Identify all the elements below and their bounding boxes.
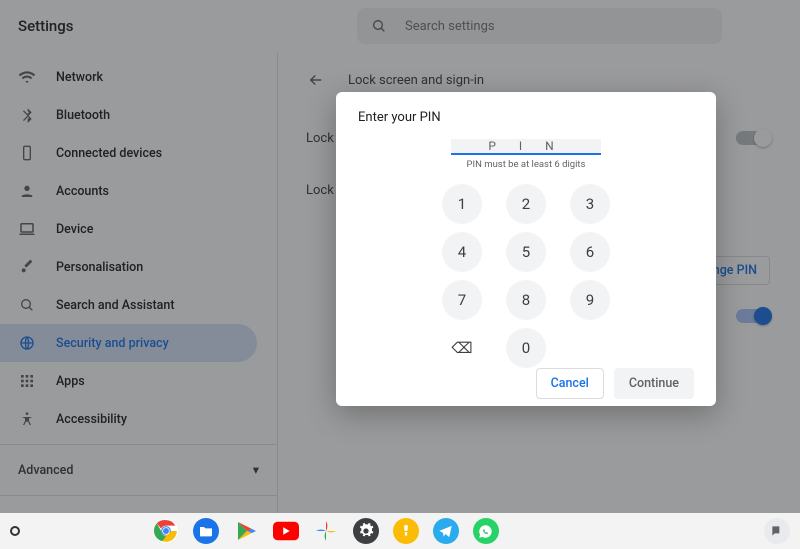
phone-icon (18, 144, 36, 162)
sidebar-item-accounts[interactable]: Accounts (0, 172, 257, 210)
keypad-9[interactable]: 9 (570, 280, 610, 320)
search-icon (371, 18, 387, 34)
sidebar-advanced[interactable]: Advanced ▾ (0, 451, 277, 489)
sidebar-item-network[interactable]: Network (0, 58, 257, 96)
play-store-icon[interactable] (233, 518, 259, 544)
keypad: 1 2 3 4 5 6 7 8 9 ⌫ 0 (438, 184, 614, 368)
sidebar-item-label: Connected devices (56, 146, 162, 161)
search-icon (18, 296, 36, 314)
keypad-0[interactable]: 0 (506, 328, 546, 368)
search-input[interactable] (405, 19, 708, 34)
sidebar-item-accessibility[interactable]: Accessibility (0, 400, 257, 438)
sidebar-item-connected-devices[interactable]: Connected devices (0, 134, 257, 172)
chevron-down-icon: ▾ (253, 462, 259, 478)
laptop-icon (18, 220, 36, 238)
toggle-lock-1[interactable] (736, 131, 770, 145)
sidebar-item-label: Network (56, 70, 103, 85)
section-title: Lock screen and sign-in (348, 73, 484, 88)
sidebar-item-label: Bluetooth (56, 108, 110, 123)
keypad-7[interactable]: 7 (442, 280, 482, 320)
keypad-3[interactable]: 3 (570, 184, 610, 224)
search-box[interactable] (357, 8, 722, 44)
keypad-1[interactable]: 1 (442, 184, 482, 224)
pin-input[interactable]: P I N (451, 139, 601, 155)
sidebar-item-device[interactable]: Device (0, 210, 257, 248)
sidebar-item-security-privacy[interactable]: Security and privacy (0, 324, 257, 362)
shelf (0, 513, 800, 549)
files-icon[interactable] (193, 518, 219, 544)
sidebar-item-apps[interactable]: Apps (0, 362, 257, 400)
keypad-5[interactable]: 5 (506, 232, 546, 272)
keypad-2[interactable]: 2 (506, 184, 546, 224)
sidebar-item-personalisation[interactable]: Personalisation (0, 248, 257, 286)
sidebar-item-label: Accounts (56, 184, 109, 199)
keep-icon[interactable] (393, 518, 419, 544)
launcher-button[interactable] (10, 526, 20, 536)
sidebar-item-label: Accessibility (56, 412, 127, 427)
sidebar-item-bluetooth[interactable]: Bluetooth (0, 96, 257, 134)
apps-icon (18, 372, 36, 390)
pin-dialog: Enter your PIN P I N PIN must be at leas… (336, 92, 716, 406)
cancel-button[interactable]: Cancel (536, 368, 604, 399)
brush-icon (18, 258, 36, 276)
telegram-icon[interactable] (433, 518, 459, 544)
accessibility-icon (18, 410, 36, 428)
sidebar-item-label: Personalisation (56, 260, 143, 275)
chrome-icon[interactable] (153, 518, 179, 544)
back-button[interactable] (302, 66, 330, 94)
youtube-icon[interactable] (273, 518, 299, 544)
whatsapp-icon[interactable] (473, 518, 499, 544)
sidebar-item-search-assistant[interactable]: Search and Assistant (0, 286, 257, 324)
sidebar: Network Bluetooth Connected devices Acco… (0, 52, 278, 513)
continue-button[interactable]: Continue (614, 368, 694, 399)
sidebar-item-label: Search and Assistant (56, 298, 175, 313)
sidebar-item-label: Device (56, 222, 93, 237)
sidebar-item-label: Security and privacy (56, 336, 169, 351)
wifi-icon (18, 68, 36, 86)
status-tray[interactable] (764, 518, 790, 544)
toggle-pin-enabled[interactable] (736, 309, 770, 323)
sidebar-item-label: Apps (56, 374, 85, 389)
person-icon (18, 182, 36, 200)
shelf-apps (153, 518, 499, 544)
keypad-4[interactable]: 4 (442, 232, 482, 272)
photos-icon[interactable] (313, 518, 339, 544)
keypad-6[interactable]: 6 (570, 232, 610, 272)
dialog-title: Enter your PIN (358, 110, 694, 125)
keypad-backspace[interactable]: ⌫ (442, 328, 482, 368)
advanced-label: Advanced (18, 463, 73, 478)
settings-icon[interactable] (353, 518, 379, 544)
keypad-8[interactable]: 8 (506, 280, 546, 320)
globe-shield-icon (18, 334, 36, 352)
pin-hint: PIN must be at least 6 digits (358, 159, 694, 170)
page-title: Settings (18, 17, 74, 35)
bluetooth-icon (18, 106, 36, 124)
